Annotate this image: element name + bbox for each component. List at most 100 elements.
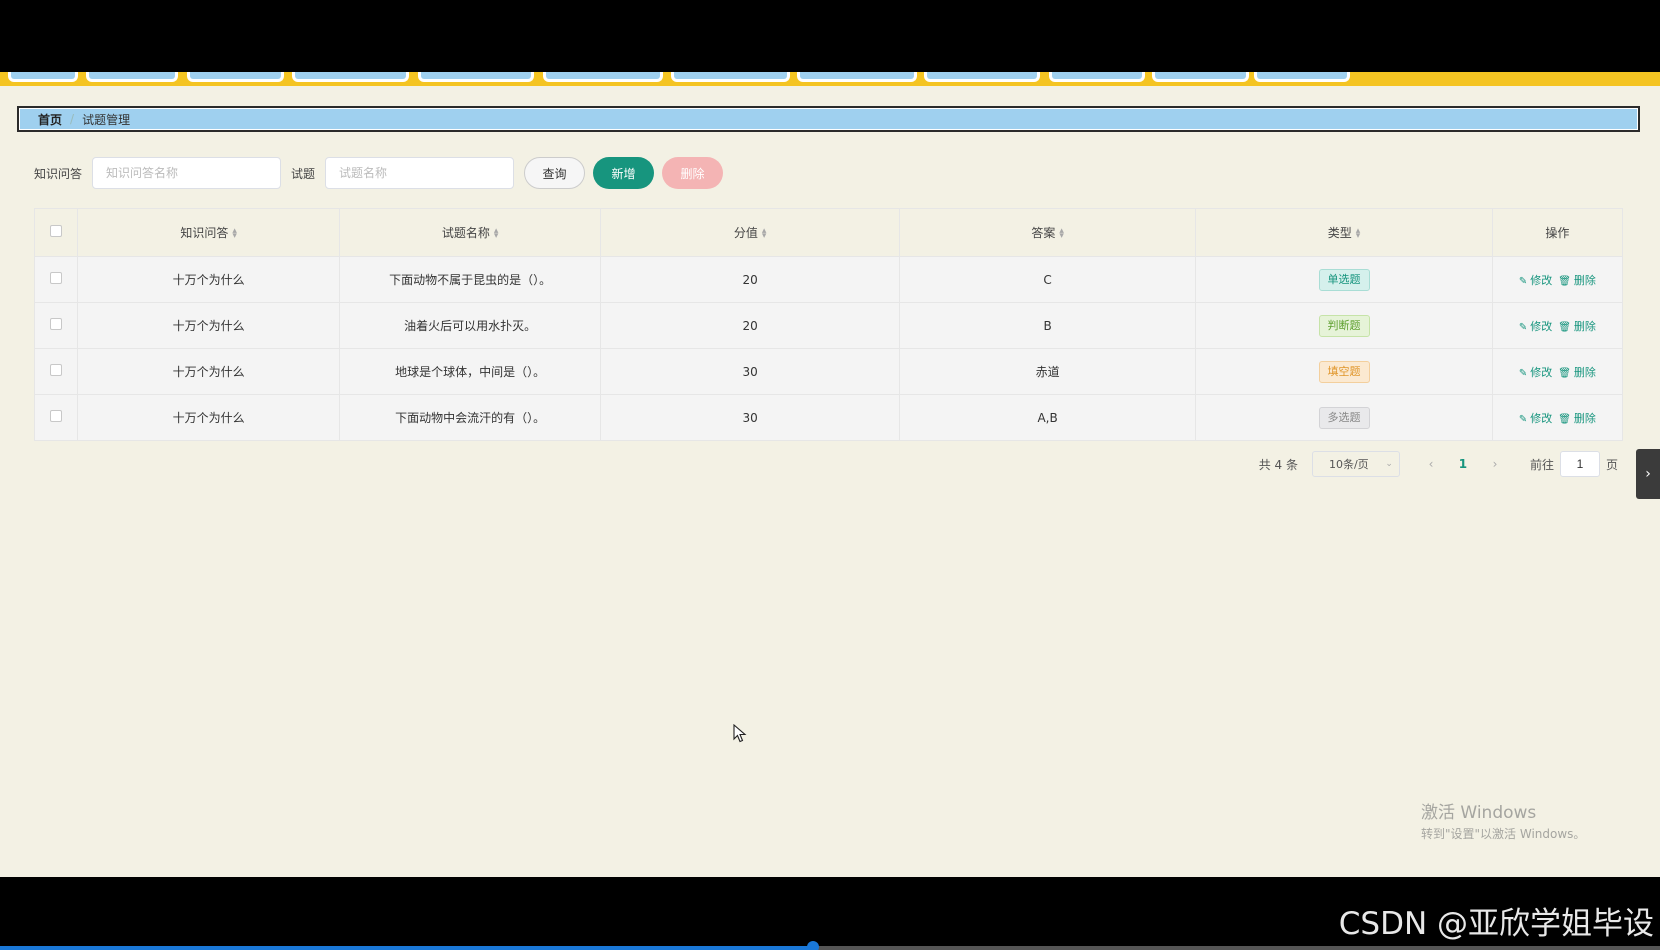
breadcrumb: 首页 / 试题管理 bbox=[17, 106, 1640, 132]
chevron-right-icon: › bbox=[1492, 457, 1498, 471]
nav-tab[interactable] bbox=[418, 72, 534, 82]
topic-search-label: 知识问答 bbox=[34, 166, 83, 181]
cell-topic: 十万个为什么 bbox=[77, 256, 340, 303]
delete-link[interactable]: 🗑 删除 bbox=[1558, 412, 1596, 425]
sort-caret-icon[interactable]: ▴ ▾ bbox=[494, 226, 499, 240]
mouse-cursor-icon bbox=[733, 724, 747, 743]
video-progress-fill bbox=[0, 946, 814, 950]
top-nav bbox=[0, 72, 1660, 86]
cell-answer: C bbox=[898, 256, 1197, 303]
edit-link[interactable]: ✎ 修改 bbox=[1519, 320, 1552, 333]
nav-tab[interactable] bbox=[671, 72, 790, 82]
question-search-label: 试题 bbox=[291, 166, 316, 181]
batch-delete-button[interactable]: 删除 bbox=[662, 157, 724, 189]
row-select-cell bbox=[33, 302, 79, 349]
column-header-score[interactable]: 分值 ▴ ▾ bbox=[600, 208, 900, 257]
question-search-input[interactable] bbox=[325, 157, 515, 189]
chevron-down-icon: ⌄ bbox=[1385, 459, 1393, 469]
cell-answer: B bbox=[898, 302, 1197, 349]
video-progress-bar[interactable] bbox=[0, 941, 1660, 950]
type-badge: 单选题 bbox=[1318, 268, 1370, 291]
goto-page-input[interactable] bbox=[1559, 451, 1600, 477]
row-select-cell bbox=[33, 394, 79, 441]
table-row: 十万个为什么 下面动物中会流汗的有（）。 30 A,B 多选题 ✎ 修改 🗑 删除 bbox=[33, 394, 1624, 441]
cell-topic: 十万个为什么 bbox=[77, 394, 340, 441]
delete-link[interactable]: 🗑 删除 bbox=[1558, 274, 1596, 287]
page-number-current[interactable]: 1 bbox=[1445, 451, 1480, 477]
video-progress-handle[interactable] bbox=[807, 941, 820, 950]
select-all-checkbox[interactable] bbox=[50, 225, 63, 237]
breadcrumb-current: 试题管理 bbox=[82, 112, 131, 127]
breadcrumb-home[interactable]: 首页 bbox=[38, 111, 62, 128]
sort-caret-icon[interactable]: ▴ ▾ bbox=[1356, 226, 1361, 240]
nav-tab[interactable] bbox=[1049, 72, 1145, 82]
cell-type: 单选题 bbox=[1195, 256, 1493, 303]
edit-icon: ✎ bbox=[1518, 321, 1528, 333]
nav-tab[interactable] bbox=[1152, 72, 1249, 82]
edit-icon: ✎ bbox=[1518, 413, 1528, 425]
side-panel-toggle[interactable]: › bbox=[1636, 449, 1660, 499]
nav-tab[interactable] bbox=[292, 72, 409, 82]
page-size-select[interactable]: 10条/页 ⌄ bbox=[1311, 451, 1400, 477]
nav-tab[interactable] bbox=[86, 72, 178, 82]
row-checkbox[interactable] bbox=[50, 364, 63, 376]
watermark-line1: 激活 Windows bbox=[1421, 803, 1537, 823]
column-header-topic[interactable]: 知识问答 ▴ ▾ bbox=[77, 208, 340, 257]
trash-icon: 🗑 bbox=[1558, 367, 1571, 379]
edit-link[interactable]: ✎ 修改 bbox=[1519, 274, 1552, 287]
nav-tab[interactable] bbox=[924, 72, 1040, 82]
cell-score: 30 bbox=[600, 394, 900, 441]
type-badge: 填空题 bbox=[1318, 360, 1370, 383]
nav-tab[interactable] bbox=[187, 72, 284, 82]
cell-answer: 赤道 bbox=[898, 348, 1197, 395]
trash-icon: 🗑 bbox=[1558, 321, 1571, 333]
cell-name: 地球是个球体，中间是（）。 bbox=[338, 348, 602, 395]
add-button[interactable]: 新增 bbox=[593, 157, 655, 189]
delete-link[interactable]: 🗑 删除 bbox=[1558, 366, 1596, 379]
row-checkbox[interactable] bbox=[50, 318, 63, 330]
cell-type: 判断题 bbox=[1195, 302, 1493, 349]
csdn-credit: CSDN @亚欣学姐毕设 bbox=[1338, 906, 1654, 942]
prev-page-button[interactable]: ‹ bbox=[1415, 451, 1446, 477]
cell-topic: 十万个为什么 bbox=[77, 348, 340, 395]
table-row: 十万个为什么 下面动物不属于昆虫的是（）。 20 C 单选题 ✎ 修改 🗑 删除 bbox=[33, 256, 1624, 303]
type-badge: 多选题 bbox=[1318, 406, 1370, 429]
cell-score: 20 bbox=[600, 302, 900, 349]
row-checkbox[interactable] bbox=[50, 410, 63, 422]
cell-type: 填空题 bbox=[1195, 348, 1493, 395]
search-bar: 知识问答 试题 查询 新增 删除 bbox=[34, 157, 731, 189]
chevron-right-icon: › bbox=[1645, 466, 1651, 482]
sort-caret-icon[interactable]: ▴ ▾ bbox=[762, 226, 767, 240]
nav-tab[interactable] bbox=[543, 72, 663, 82]
topic-search-input[interactable] bbox=[92, 157, 282, 189]
cell-name: 下面动物不属于昆虫的是（）。 bbox=[338, 256, 602, 303]
column-header-type[interactable]: 类型 ▴ ▾ bbox=[1195, 208, 1493, 257]
nav-tab[interactable] bbox=[1254, 72, 1350, 82]
delete-link[interactable]: 🗑 删除 bbox=[1558, 320, 1596, 333]
column-header-answer[interactable]: 答案 ▴ ▾ bbox=[898, 208, 1197, 257]
column-header-actions: 操作 bbox=[1491, 208, 1624, 257]
cell-answer: A,B bbox=[898, 394, 1197, 441]
edit-link[interactable]: ✎ 修改 bbox=[1519, 412, 1552, 425]
sort-caret-icon[interactable]: ▴ ▾ bbox=[232, 226, 237, 240]
query-button[interactable]: 查询 bbox=[524, 157, 586, 189]
trash-icon: 🗑 bbox=[1558, 413, 1571, 425]
watermark-line2: 转到"设置"以激活 Windows。 bbox=[1421, 827, 1586, 841]
cell-type: 多选题 bbox=[1195, 394, 1493, 441]
page-suffix: 页 bbox=[1605, 457, 1618, 472]
row-select-cell bbox=[33, 348, 79, 395]
row-checkbox[interactable] bbox=[50, 272, 63, 284]
table-row: 十万个为什么 地球是个球体，中间是（）。 30 赤道 填空题 ✎ 修改 🗑 删除 bbox=[33, 348, 1624, 395]
trash-icon: 🗑 bbox=[1558, 275, 1571, 287]
sort-caret-icon[interactable]: ▴ ▾ bbox=[1059, 226, 1064, 240]
type-badge: 判断题 bbox=[1318, 314, 1370, 337]
column-header-name[interactable]: 试题名称 ▴ ▾ bbox=[338, 208, 602, 257]
question-table: 知识问答 ▴ ▾ 试题名称 ▴ ▾ 分值 ▴ ▾ 答案 ▴ ▾ 类型 ▴ ▾ 操作 十万个为什么 下… bbox=[33, 208, 1624, 441]
next-page-button[interactable]: › bbox=[1479, 451, 1510, 477]
nav-tab[interactable] bbox=[797, 72, 917, 82]
nav-tab[interactable] bbox=[8, 72, 78, 82]
cell-actions: ✎ 修改 🗑 删除 bbox=[1491, 348, 1624, 395]
pagination-total: 共 4 条 bbox=[1258, 457, 1298, 472]
edit-link[interactable]: ✎ 修改 bbox=[1519, 366, 1552, 379]
chevron-left-icon: ‹ bbox=[1428, 457, 1434, 471]
